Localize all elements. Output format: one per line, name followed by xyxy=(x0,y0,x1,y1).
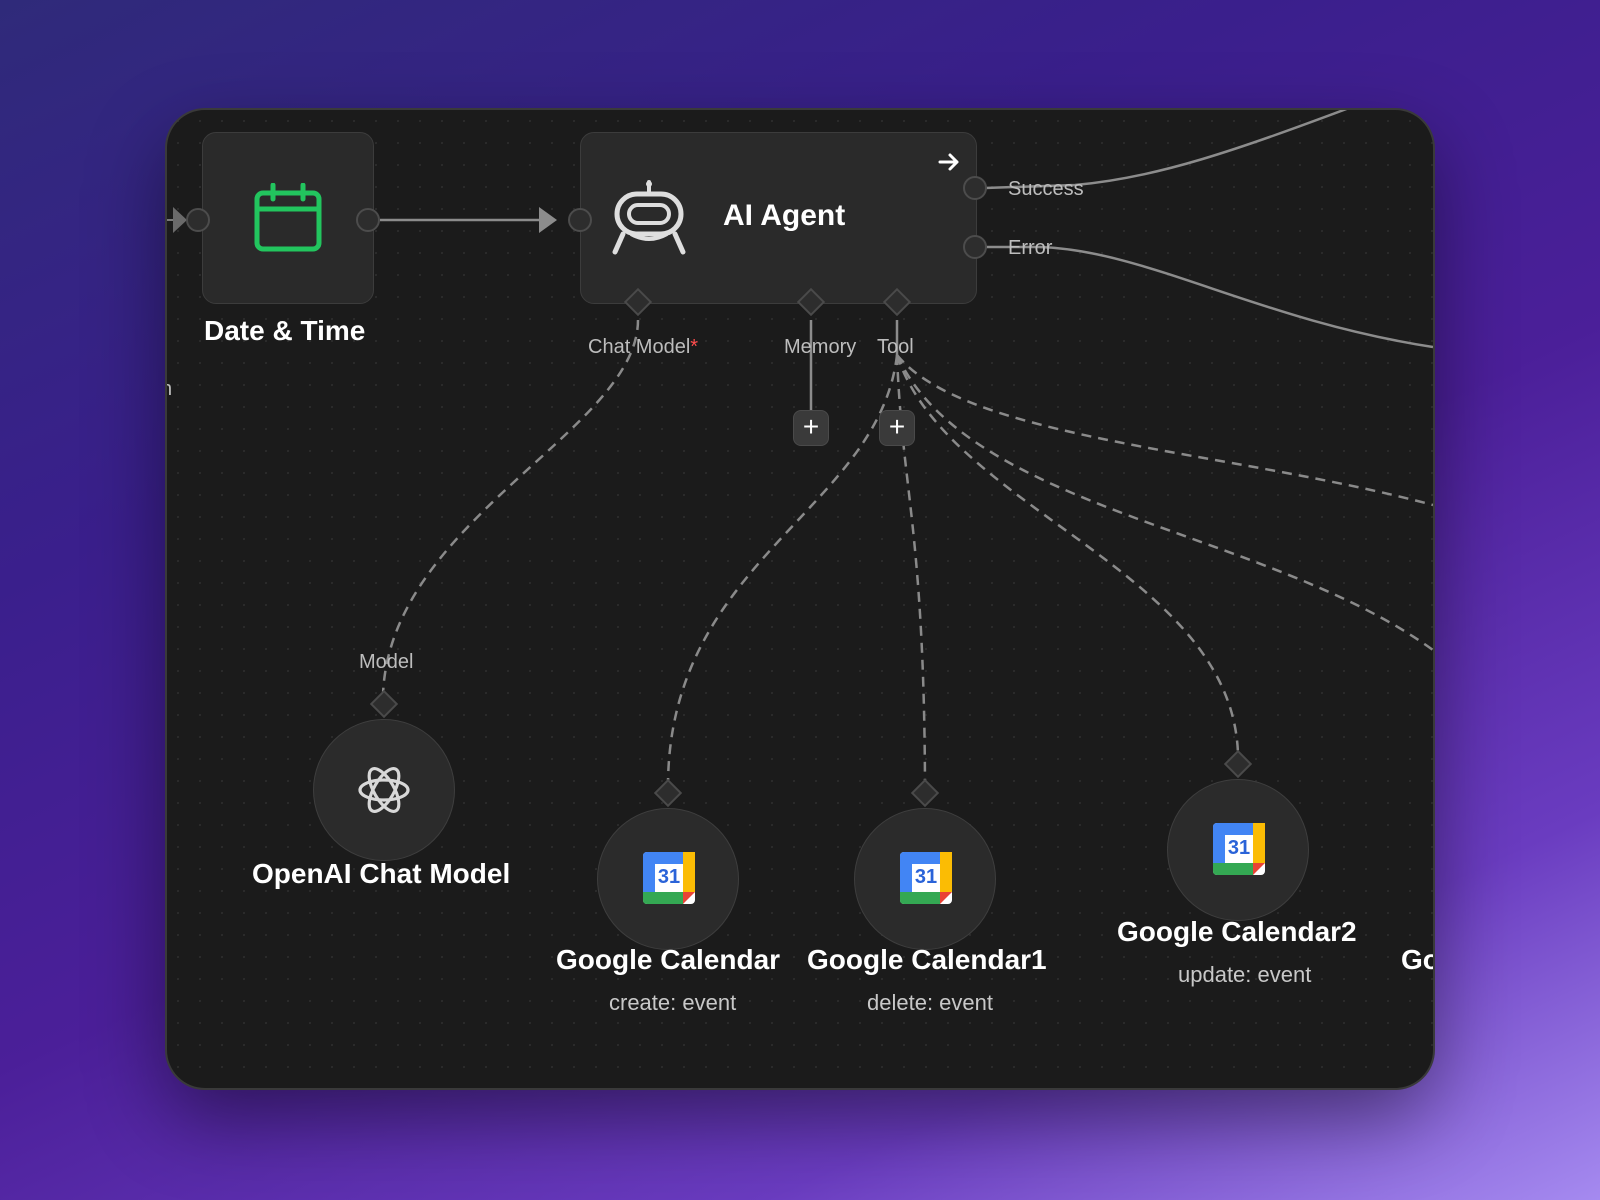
tool-connection-gcal3 xyxy=(895,354,1433,652)
ai-agent-success-port[interactable] xyxy=(963,176,987,200)
google-calendar1-node[interactable]: 31 xyxy=(854,808,996,950)
success-connection xyxy=(984,110,1348,190)
google-calendar-icon: 31 xyxy=(641,850,697,906)
chat-model-connection xyxy=(381,319,640,696)
date-time-input-port[interactable] xyxy=(186,208,210,232)
date-time-title: Date & Time xyxy=(204,315,366,346)
main-connection-arrow xyxy=(539,207,557,233)
google-calendar2-node[interactable]: 31 xyxy=(1167,779,1309,921)
tool-connection-gcal2 xyxy=(895,354,1240,755)
error-output-label: Error xyxy=(1008,237,1053,259)
calendar-icon xyxy=(254,183,322,252)
google-calendar1-title: Google Calendar1 xyxy=(807,944,1047,975)
tool-input-label: Tool xyxy=(877,336,914,358)
open-arrow-icon[interactable] xyxy=(937,150,961,174)
google-calendar1-subtitle: delete: event xyxy=(867,990,993,1015)
incoming-arrow xyxy=(173,207,187,233)
robot-icon xyxy=(612,180,686,255)
ai-agent-title: AI Agent xyxy=(723,199,846,232)
google-calendar2-title: Google Calendar2 xyxy=(1117,916,1357,947)
success-output-label: Success xyxy=(1008,178,1084,200)
add-memory-button[interactable]: + xyxy=(793,410,829,446)
openai-chat-model-title: OpenAI Chat Model xyxy=(252,858,511,889)
google-calendar-node[interactable]: 31 xyxy=(597,808,739,950)
date-time-output-port[interactable] xyxy=(356,208,380,232)
ai-agent-error-port[interactable] xyxy=(963,235,987,259)
tool-connection-offscreen xyxy=(896,354,1433,507)
chat-model-input-label: Chat Model* xyxy=(588,336,699,358)
tool-connection-gcal xyxy=(666,354,899,786)
date-time-node[interactable] xyxy=(202,132,374,304)
google-calendar-icon: 31 xyxy=(898,850,954,906)
google-calendar2-subtitle: update: event xyxy=(1178,962,1312,987)
google-calendar-icon: 31 xyxy=(1211,821,1267,877)
google-calendar-subtitle: create: event xyxy=(609,990,737,1015)
workflow-canvas[interactable]: n Date & Time AI Agent Success Error xyxy=(167,110,1433,1088)
google-calendar-title: Google Calendar xyxy=(556,944,781,975)
ai-agent-input-port[interactable] xyxy=(568,208,592,232)
model-port-label: Model xyxy=(359,651,414,673)
ai-agent-node[interactable]: AI Agent xyxy=(580,132,977,304)
memory-input-label: Memory xyxy=(784,336,857,358)
google-calendar3-title-partial: Go xyxy=(1401,944,1433,975)
error-connection xyxy=(985,245,1433,349)
required-mark: * xyxy=(690,336,699,358)
openai-chat-model-node[interactable] xyxy=(313,719,455,861)
partial-left-label: n xyxy=(167,378,172,401)
add-tool-button[interactable]: + xyxy=(879,410,915,446)
openai-icon xyxy=(358,767,410,813)
